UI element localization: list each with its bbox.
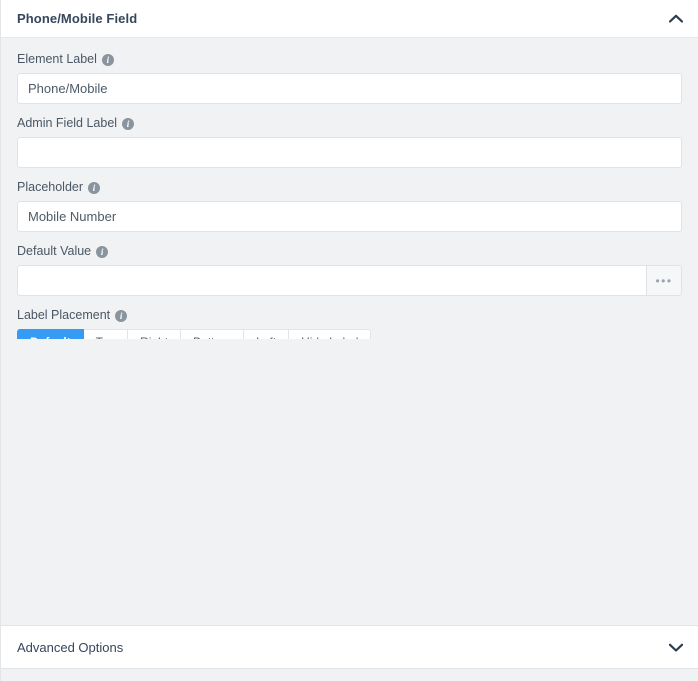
page-title: Phone/Mobile Field (17, 11, 138, 26)
label-placement-option-hide-label[interactable]: Hide Label (289, 329, 372, 339)
label-text: Admin Field Label (17, 116, 118, 130)
label-text: Element Label (17, 52, 97, 66)
info-icon[interactable]: i (96, 245, 109, 258)
label-placement-button-group: Default Top Right Bottom Left Hide Label (17, 329, 372, 339)
default-value-input[interactable] (17, 265, 647, 296)
chevron-up-icon[interactable] (668, 11, 684, 27)
label-text: Placeholder (17, 180, 84, 194)
admin-field-label-input[interactable] (17, 137, 682, 168)
accordion-header-phone-mobile-field[interactable]: Phone/Mobile Field (1, 0, 698, 38)
accordion-header-advanced-options[interactable]: Advanced Options (1, 625, 698, 669)
label-placement-option-top[interactable]: Top (83, 329, 129, 339)
field-default-value: Default Value i ••• (17, 244, 682, 296)
element-label-input[interactable] (17, 73, 682, 104)
label-label-placement: Label Placement i (17, 308, 682, 323)
info-icon[interactable]: i (115, 309, 128, 322)
field-label-placement: Label Placement i Default Top Right Bott… (17, 308, 682, 339)
default-value-input-group: ••• (17, 265, 682, 296)
label-text: Default Value (17, 244, 92, 258)
label-placement-option-left[interactable]: Left (244, 329, 290, 339)
placeholder-input[interactable] (17, 201, 682, 232)
info-icon[interactable]: i (101, 53, 114, 66)
chevron-down-icon[interactable] (668, 639, 684, 655)
advanced-options-title: Advanced Options (17, 639, 124, 655)
label-default-value: Default Value i (17, 244, 682, 259)
label-text: Label Placement (17, 308, 111, 322)
field-admin-field-label: Admin Field Label i (17, 116, 682, 168)
label-admin-field-label: Admin Field Label i (17, 116, 682, 131)
panel-tail (1, 669, 698, 681)
label-element-label: Element Label i (17, 52, 682, 67)
label-placement-option-default[interactable]: Default (17, 329, 84, 339)
settings-body: Element Label i Admin Field Label i Plac… (1, 38, 698, 339)
phone-mobile-field-settings-panel: Phone/Mobile Field Element Label i Admin… (0, 0, 698, 681)
info-icon[interactable]: i (122, 117, 135, 130)
info-icon[interactable]: i (88, 181, 101, 194)
field-placeholder: Placeholder i (17, 180, 682, 232)
label-placeholder: Placeholder i (17, 180, 682, 195)
label-placement-option-right[interactable]: Right (128, 329, 182, 339)
ellipsis-icon[interactable]: ••• (646, 265, 682, 296)
field-element-label: Element Label i (17, 52, 682, 104)
label-placement-option-bottom[interactable]: Bottom (181, 329, 245, 339)
